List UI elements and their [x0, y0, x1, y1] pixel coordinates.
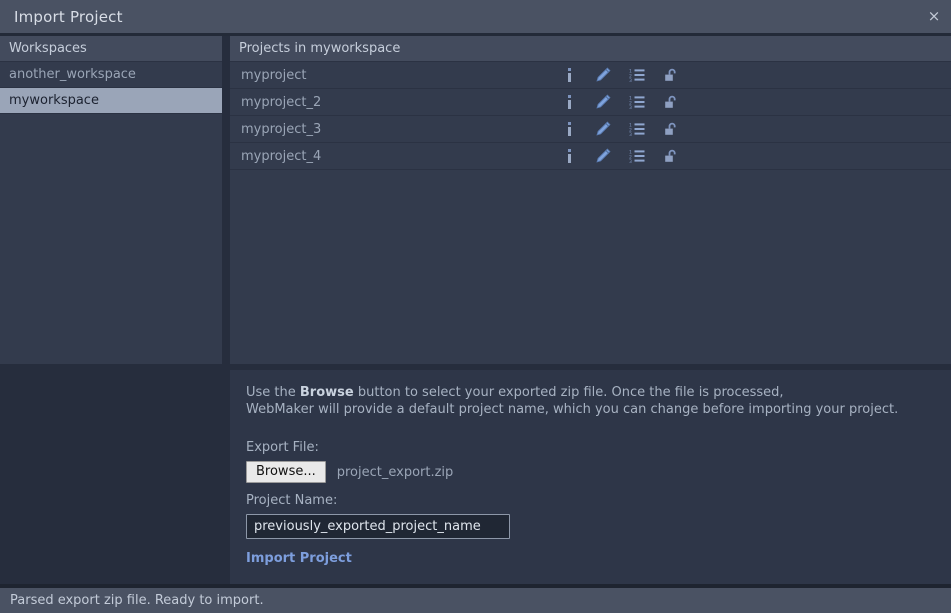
info-icon[interactable] — [561, 93, 577, 111]
close-icon[interactable]: × — [917, 0, 951, 33]
unlocked-padlock-icon[interactable] — [663, 147, 679, 165]
projects-header: Projects in myworkspace — [230, 36, 951, 62]
project-actions: 123 — [561, 147, 951, 165]
project-label: myproject_3 — [230, 122, 561, 137]
import-project-link[interactable]: Import Project — [246, 551, 352, 566]
workspace-label: myworkspace — [9, 93, 99, 108]
numbered-list-icon[interactable]: 123 — [629, 66, 645, 84]
unlocked-padlock-icon[interactable] — [663, 66, 679, 84]
table-row[interactable]: myproject_4 123 — [230, 143, 951, 170]
info-icon[interactable] — [561, 66, 577, 84]
edit-pencil-icon[interactable] — [595, 66, 611, 84]
svg-text:3: 3 — [629, 132, 632, 136]
list-item[interactable]: another_workspace — [0, 62, 222, 88]
numbered-list-icon[interactable]: 123 — [629, 147, 645, 165]
export-file-row: Browse... project_export.zip — [246, 461, 935, 483]
project-actions: 123 — [561, 93, 951, 111]
status-bar: Parsed export zip file. Ready to import. — [0, 584, 951, 613]
edit-pencil-icon[interactable] — [595, 147, 611, 165]
dialog-body: Workspaces another_workspace myworkspace… — [0, 36, 951, 584]
svg-text:3: 3 — [629, 78, 632, 82]
left-filler — [0, 364, 222, 584]
help-text: Use the Browse button to select your exp… — [246, 384, 935, 418]
edit-pencil-icon[interactable] — [595, 93, 611, 111]
info-icon[interactable] — [561, 120, 577, 138]
export-file-label: Export File: — [246, 440, 935, 455]
table-row[interactable]: myproject_3 123 — [230, 116, 951, 143]
workspaces-list[interactable]: another_workspace myworkspace — [0, 62, 222, 364]
left-column: Workspaces another_workspace myworkspace — [0, 36, 222, 584]
project-actions: 123 — [561, 66, 951, 84]
import-form: Use the Browse button to select your exp… — [230, 364, 951, 584]
project-actions: 123 — [561, 120, 951, 138]
unlocked-padlock-icon[interactable] — [663, 120, 679, 138]
project-label: myproject — [230, 68, 561, 83]
browse-button[interactable]: Browse... — [246, 461, 326, 483]
list-item[interactable]: myworkspace — [0, 88, 222, 114]
help-text-prefix: Use the — [246, 385, 300, 400]
numbered-list-icon[interactable]: 123 — [629, 93, 645, 111]
project-name-label: Project Name: — [246, 493, 935, 508]
window-title: Import Project — [14, 8, 123, 26]
numbered-list-icon[interactable]: 123 — [629, 120, 645, 138]
unlocked-padlock-icon[interactable] — [663, 93, 679, 111]
project-label: myproject_4 — [230, 149, 561, 164]
selected-file-name: project_export.zip — [337, 465, 454, 480]
project-label: myproject_2 — [230, 95, 561, 110]
help-text-bold: Browse — [300, 385, 354, 400]
titlebar: Import Project × — [0, 0, 951, 36]
table-row[interactable]: myproject 123 — [230, 62, 951, 89]
svg-text:3: 3 — [629, 105, 632, 109]
import-project-dialog: Import Project × Workspaces another_work… — [0, 0, 951, 613]
workspaces-header: Workspaces — [0, 36, 222, 62]
project-name-input[interactable] — [246, 514, 510, 539]
help-text-line2: WebMaker will provide a default project … — [246, 402, 898, 417]
workspace-label: another_workspace — [9, 67, 136, 82]
workspaces-panel: Workspaces another_workspace myworkspace — [0, 36, 222, 364]
info-icon[interactable] — [561, 147, 577, 165]
projects-list[interactable]: myproject 123 — [230, 62, 951, 364]
edit-pencil-icon[interactable] — [595, 120, 611, 138]
status-message: Parsed export zip file. Ready to import. — [10, 593, 264, 608]
help-text-suffix: button to select your exported zip file.… — [354, 385, 784, 400]
projects-panel: Projects in myworkspace myproject — [230, 36, 951, 364]
svg-text:3: 3 — [629, 159, 632, 163]
table-row[interactable]: myproject_2 123 — [230, 89, 951, 116]
right-column: Projects in myworkspace myproject — [222, 36, 951, 584]
